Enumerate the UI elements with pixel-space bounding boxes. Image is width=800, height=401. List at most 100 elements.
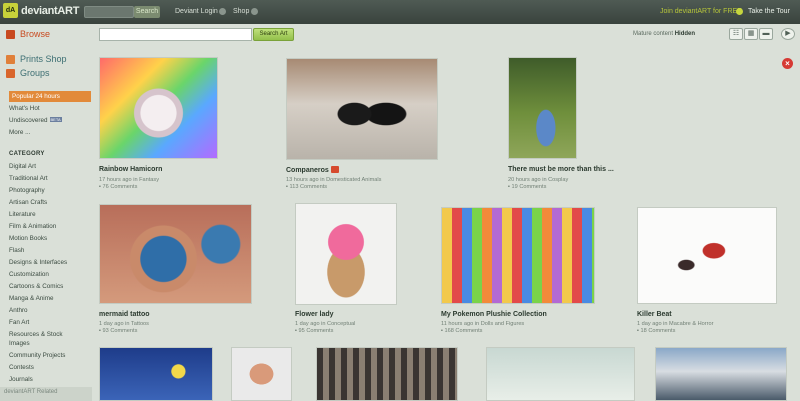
comment-icon: ▪ [99, 328, 101, 334]
category-photography[interactable]: Photography [9, 187, 45, 194]
there-must-be-more-thumbnail[interactable] [508, 57, 577, 159]
deviant-login-link[interactable]: Deviant Login [175, 8, 218, 15]
site-logo-text[interactable]: deviantART [21, 5, 79, 17]
undiscovered-label: Undiscovered [9, 117, 48, 124]
tile-comments[interactable]: ▪ 168 Comments [441, 328, 482, 334]
shop-dropdown-icon[interactable] [251, 8, 258, 15]
tile-meta: 1 day ago in Tattoos [99, 321, 149, 327]
view-list-icon[interactable]: ☷ [729, 28, 743, 40]
tile-title[interactable]: Flower lady [295, 311, 334, 318]
category-heading: CATEGORY [9, 151, 45, 157]
search-art-input[interactable] [99, 28, 252, 41]
deviantart-logo-icon[interactable]: dA [3, 3, 18, 18]
category-designs-interfaces[interactable]: Designs & Interfaces [9, 259, 67, 266]
row3-thumbnail-3[interactable] [316, 347, 458, 401]
category-film-animation[interactable]: Film & Animation [9, 223, 56, 230]
category-journals[interactable]: Journals [9, 376, 33, 383]
comment-icon: ▪ [286, 184, 288, 190]
take-tour-link[interactable]: Take the Tour [748, 8, 790, 15]
category-resources-stock[interactable]: Resources & Stock [9, 331, 63, 338]
category-community-projects[interactable]: Community Projects [9, 352, 65, 359]
tile-comments-count: 113 Comments [289, 184, 328, 190]
tile-title[interactable]: Companeros [286, 166, 339, 174]
category-traditional-art[interactable]: Traditional Art [9, 175, 48, 182]
tile-comments[interactable]: ▪ 95 Comments [295, 328, 333, 334]
view-large-icon[interactable]: ▬ [759, 28, 773, 40]
close-icon[interactable]: × [782, 58, 793, 69]
mature-content-label: Mature content [633, 31, 674, 37]
groups-icon [6, 68, 15, 78]
row3-thumbnail-1[interactable] [99, 347, 213, 401]
groups-link[interactable]: Groups [20, 68, 50, 78]
category-digital-art[interactable]: Digital Art [9, 163, 36, 170]
prints-shop-link[interactable]: Prints Shop [20, 54, 67, 64]
comment-icon: ▪ [441, 328, 443, 334]
browse-icon [6, 29, 15, 39]
browse-link[interactable]: Browse [20, 29, 50, 39]
tile-comments-count: 76 Comments [102, 184, 138, 190]
tile-meta: 1 day ago in Conceptual [295, 321, 356, 327]
tile-comments-count: 95 Comments [298, 328, 334, 334]
tile-comments[interactable]: ▪ 18 Comments [637, 328, 675, 334]
category-flash[interactable]: Flash [9, 247, 24, 254]
tile-title[interactable]: There must be more than this ... [508, 166, 614, 173]
tile-meta: 11 hours ago in Dolls and Figures [441, 321, 525, 327]
prints-shop-icon [6, 54, 15, 64]
join-link[interactable]: Join deviantART for FREE [660, 8, 742, 15]
top-search-input[interactable] [84, 6, 134, 18]
mermaid-tattoo-thumbnail[interactable] [99, 204, 252, 304]
category-motion-books[interactable]: Motion Books [9, 235, 47, 242]
tile-title[interactable]: Killer Beat [637, 311, 672, 318]
pokemon-plushie-thumbnail[interactable] [441, 207, 595, 304]
category-manga-anime[interactable]: Manga & Anime [9, 295, 53, 302]
popular-24-hours-link[interactable]: Popular 24 hours [9, 91, 91, 102]
comment-icon: ▪ [99, 184, 101, 190]
whats-hot-link[interactable]: What's Hot [9, 105, 40, 112]
category-anthro[interactable]: Anthro [9, 307, 28, 314]
tile-meta: 13 hours ago in Domesticated Animals [286, 177, 382, 183]
undiscovered-link[interactable]: Undiscovered BETA [9, 117, 62, 124]
shop-link[interactable]: Shop [233, 8, 249, 15]
tile-comments[interactable]: ▪ 19 Comments [508, 184, 546, 190]
tile-comments-count: 19 Comments [511, 184, 547, 190]
tile-comments-count: 18 Comments [640, 328, 676, 334]
flower-lady-thumbnail[interactable] [295, 203, 397, 305]
deviantart-related-bar[interactable]: deviantART Related [0, 387, 92, 401]
category-contests[interactable]: Contests [9, 364, 34, 371]
mature-content-value: Hidden [674, 31, 696, 37]
row3-thumbnail-2[interactable] [231, 347, 292, 401]
category-customization[interactable]: Customization [9, 271, 49, 278]
comment-icon: ▪ [508, 184, 510, 190]
slideshow-play-icon[interactable]: ▶ [781, 28, 795, 40]
rainbow-hamicorn-thumbnail[interactable] [99, 57, 218, 159]
category-images[interactable]: Images [9, 340, 30, 347]
category-cartoons-comics[interactable]: Cartoons & Comics [9, 283, 63, 290]
mature-content-toggle[interactable]: Mature content Hidden [633, 31, 695, 37]
beta-badge: BETA [49, 117, 62, 122]
tile-title[interactable]: mermaid tattoo [99, 311, 150, 318]
search-art-button[interactable]: Search Art [253, 28, 294, 41]
tile-comments-count: 93 Comments [102, 328, 138, 334]
tile-title-text: Companeros [286, 167, 329, 174]
category-literature[interactable]: Literature [9, 211, 36, 218]
join-arrow-icon[interactable] [736, 8, 743, 15]
tile-comments[interactable]: ▪ 113 Comments [286, 184, 327, 190]
killer-beat-thumbnail[interactable] [637, 207, 777, 304]
comment-icon: ▪ [637, 328, 639, 334]
tile-title[interactable]: My Pokemon Plushie Collection [441, 311, 547, 318]
companeros-thumbnail[interactable] [286, 58, 438, 160]
tile-title[interactable]: Rainbow Hamicorn [99, 166, 162, 173]
category-fan-art[interactable]: Fan Art [9, 319, 29, 326]
more-link[interactable]: More ... [9, 129, 30, 136]
tile-comments[interactable]: ▪ 76 Comments [99, 184, 137, 190]
category-artisan-crafts[interactable]: Artisan Crafts [9, 199, 47, 206]
tile-meta: 20 hours ago in Cosplay [508, 177, 569, 183]
daily-deviation-badge-icon [330, 166, 339, 173]
tile-comments[interactable]: ▪ 93 Comments [99, 328, 137, 334]
row3-thumbnail-4[interactable] [486, 347, 635, 401]
row3-thumbnail-5[interactable] [655, 347, 787, 401]
view-grid-icon[interactable]: ▦ [744, 28, 758, 40]
login-dropdown-icon[interactable] [219, 8, 226, 15]
top-search-button[interactable]: Search [134, 6, 160, 18]
comment-icon: ▪ [295, 328, 297, 334]
